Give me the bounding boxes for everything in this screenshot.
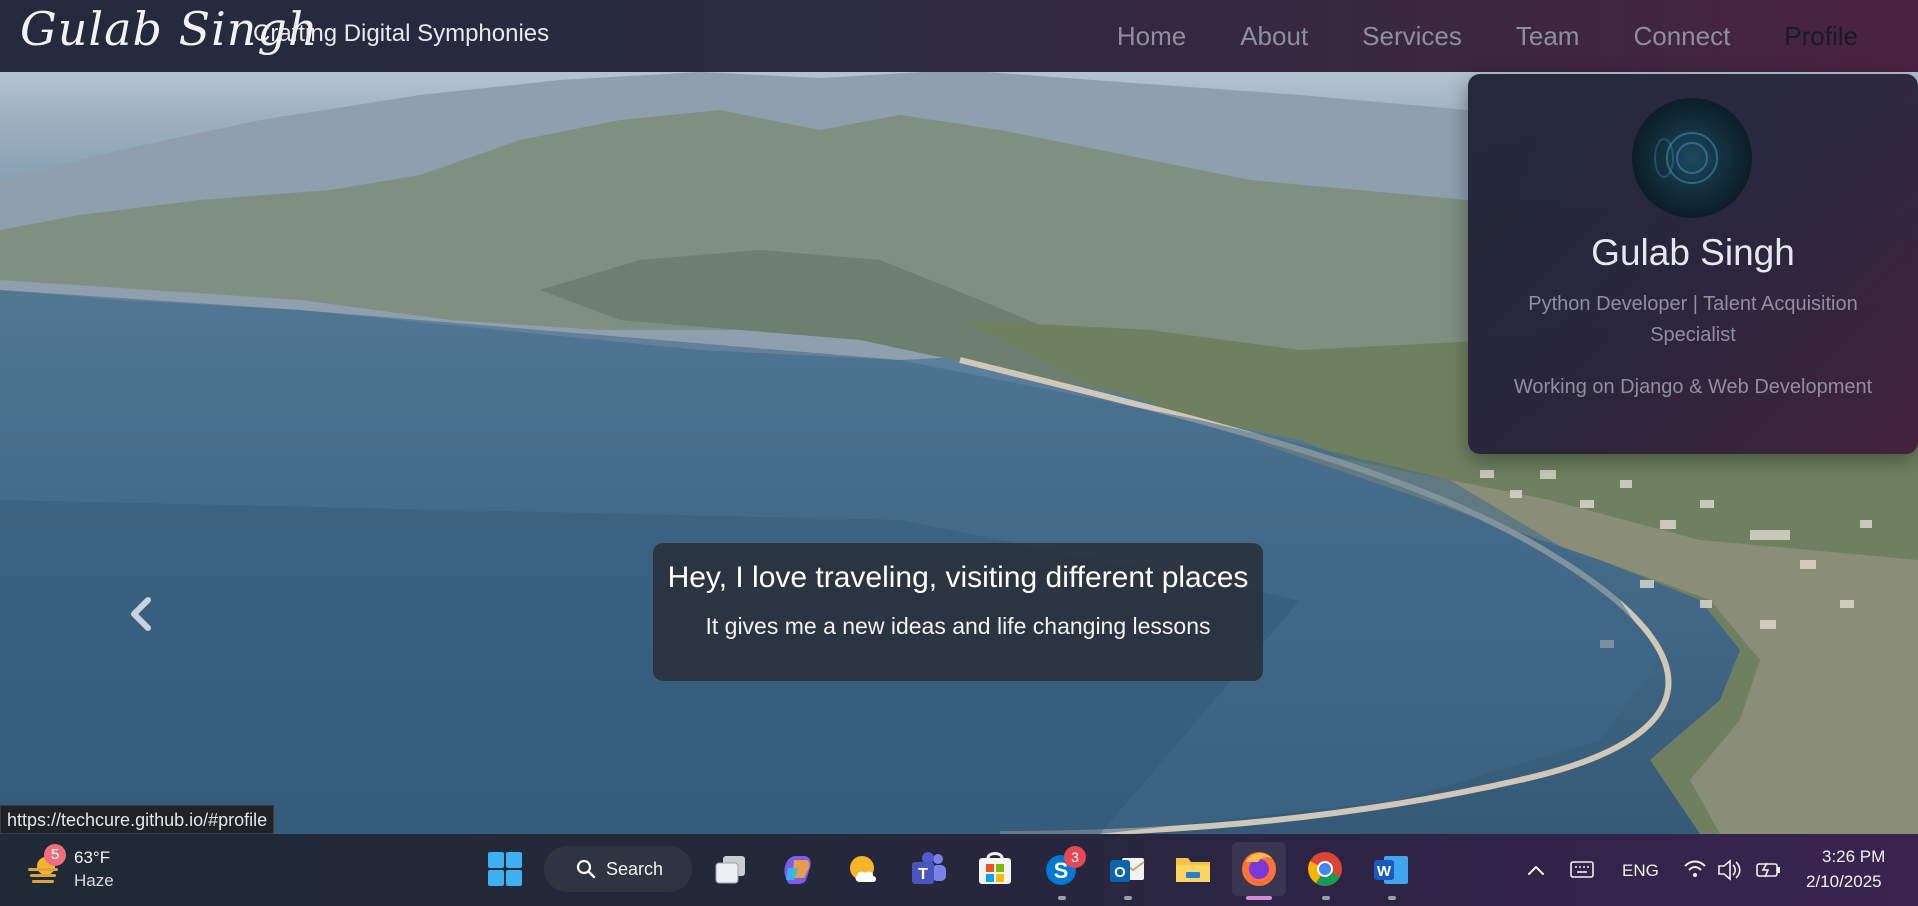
nav-link-services[interactable]: Services <box>1362 21 1462 52</box>
word-icon: W <box>1374 856 1408 884</box>
search-icon <box>576 859 596 879</box>
chrome-icon <box>1308 852 1342 886</box>
avatar <box>1632 98 1752 218</box>
network-button[interactable] <box>1682 834 1708 906</box>
firefox-icon <box>1242 852 1276 886</box>
weather-widget[interactable]: 5 63°F Haze <box>22 844 132 896</box>
nav-link-profile[interactable]: Profile <box>1784 21 1858 52</box>
outlook-icon: O <box>1110 858 1145 882</box>
microsoft-store-button[interactable] <box>974 848 1016 890</box>
task-view-icon <box>715 856 745 884</box>
weather-condition: Haze <box>74 871 114 890</box>
nav-links: Home About Services Team Connect Profile <box>1063 0 1858 72</box>
caption-title: Hey, I love traveling, visiting differen… <box>667 561 1249 594</box>
firefox-active-indicator <box>1246 896 1272 900</box>
wifi-icon <box>1684 860 1706 877</box>
weather-alert-badge: 5 <box>44 844 66 866</box>
profile-name: Gulab Singh <box>1591 232 1795 273</box>
carousel-caption: Hey, I love traveling, visiting differen… <box>653 543 1263 681</box>
teams-icon: T <box>912 852 946 884</box>
battery-charging-icon <box>1756 862 1780 878</box>
windows-taskbar: 5 63°F Haze Search T S 3 O W ENG 3:26 PM… <box>0 834 1918 906</box>
clock-time[interactable]: 3:26 PM <box>1822 847 1885 867</box>
store-icon <box>979 852 1011 884</box>
word-running-indicator <box>1388 896 1396 900</box>
copilot-icon <box>784 856 811 884</box>
outlook-button[interactable]: O <box>1106 848 1148 890</box>
outlook-running-indicator <box>1124 896 1132 900</box>
file-explorer-button[interactable] <box>1172 848 1214 890</box>
top-navbar: Gulab Singh Crafting Digital Symphonies … <box>0 0 1918 72</box>
show-hidden-icons-button[interactable] <box>1524 834 1548 906</box>
chrome-button[interactable] <box>1304 848 1346 890</box>
task-view-button[interactable] <box>710 848 752 890</box>
language-indicator[interactable]: ENG <box>1622 861 1659 881</box>
svg-text:T: T <box>918 866 928 883</box>
chevron-up-icon <box>1528 865 1544 875</box>
weather-temperature: 63°F <box>74 848 111 867</box>
copilot-button[interactable] <box>776 848 818 890</box>
windows-logo-icon <box>488 852 522 886</box>
nav-link-about[interactable]: About <box>1240 21 1308 52</box>
profile-dropdown: Gulab Singh Python Developer | Talent Ac… <box>1468 74 1918 454</box>
status-bar-url: https://techcure.github.io/#profile <box>0 805 275 834</box>
speaker-icon <box>1718 859 1741 881</box>
profile-status: Working on Django & Web Development <box>1513 376 1873 398</box>
keyboard-icon <box>1570 861 1594 878</box>
nav-link-connect[interactable]: Connect <box>1633 21 1730 52</box>
nav-link-team[interactable]: Team <box>1516 21 1580 52</box>
nav-link-home[interactable]: Home <box>1117 21 1186 52</box>
word-button[interactable]: W <box>1370 848 1412 890</box>
folder-icon <box>1176 858 1210 882</box>
sun-cloud-icon <box>850 856 876 882</box>
skype-notification-badge: 3 <box>1064 846 1086 868</box>
clock-date[interactable]: 2/10/2025 <box>1806 872 1882 892</box>
profile-role: Python Developer | Talent Acquisition Sp… <box>1528 293 1858 346</box>
start-button[interactable] <box>484 848 526 890</box>
brand-tagline: Crafting Digital Symphonies <box>253 20 550 47</box>
svg-text:W: W <box>1377 863 1392 880</box>
touch-keyboard-button[interactable] <box>1568 834 1596 906</box>
chrome-running-indicator <box>1322 896 1330 900</box>
taskbar-search-button[interactable]: Search <box>544 846 692 892</box>
search-label: Search <box>606 859 664 879</box>
volume-button[interactable] <box>1716 834 1742 906</box>
chevron-left-icon <box>131 597 151 631</box>
battery-button[interactable] <box>1754 834 1784 906</box>
svg-text:O: O <box>1114 864 1126 881</box>
weather-app-button[interactable] <box>842 848 884 890</box>
caption-subtitle: It gives me a new ideas and life changin… <box>705 613 1211 639</box>
teams-button[interactable]: T <box>908 848 950 890</box>
carousel-prev-button[interactable] <box>126 594 156 634</box>
firefox-button[interactable] <box>1232 842 1286 896</box>
skype-running-indicator <box>1058 896 1066 900</box>
